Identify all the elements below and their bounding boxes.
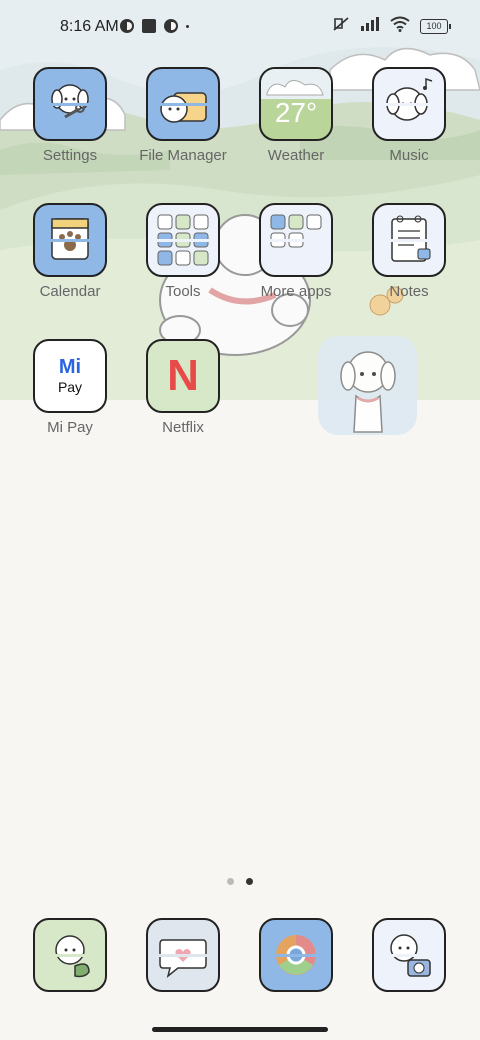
app-label: More apps [260,283,332,300]
battery-icon: 100 [420,19,451,34]
tools-folder-icon [146,203,220,277]
app-netflix[interactable]: N Netflix [128,339,238,436]
chrome-icon [259,918,333,992]
app-settings[interactable]: Settings [15,67,125,164]
status-bar: 8:16 AM 100 [0,0,480,56]
dock-phone[interactable] [15,918,125,992]
app-label: Netflix [162,419,204,436]
page-dot-1[interactable] [227,878,234,885]
notes-icon [372,203,446,277]
weather-temp: 27° [274,97,318,128]
app-label: Weather [267,147,325,164]
messages-heart-icon [146,918,220,992]
status-left-icons [120,19,189,33]
more-dot-icon [186,24,189,28]
app-weather[interactable]: 27° Weather [241,67,351,164]
dock-camera[interactable] [354,918,464,992]
app-label: Notes [389,283,429,300]
mi-pay-logo-top: Mi [58,356,82,378]
app-label: Tools [165,283,201,300]
app-notes[interactable]: Notes [354,203,464,300]
mi-pay-icon: Mi Pay [33,339,107,413]
phone-dog-icon [33,918,107,992]
wifi-icon [390,16,410,37]
app-calendar[interactable]: Calendar [15,203,125,300]
app-label: Mi Pay [47,419,93,436]
dog-widget[interactable] [318,336,417,435]
home-gesture-bar[interactable] [152,1027,328,1032]
app-label: File Manager [139,147,227,164]
netflix-logo: N [167,351,199,400]
page-indicator[interactable] [0,878,480,885]
dog-widget-image [340,351,396,433]
notification-icon [164,19,178,33]
status-right-icons: 100 [332,16,451,37]
app-file-manager[interactable]: File Manager [128,67,238,164]
app-label: Calendar [39,283,101,300]
netflix-icon: N [146,339,220,413]
app-music[interactable]: Music [354,67,464,164]
app-mi-pay[interactable]: Mi Pay Mi Pay [15,339,125,436]
app-label: Music [389,147,429,164]
signal-icon [360,17,380,36]
mute-icon [332,16,350,37]
music-dog-icon [372,67,446,141]
dock-chrome[interactable] [241,918,351,992]
folder-tools[interactable]: Tools [128,203,238,300]
calendar-icon [33,203,107,277]
more-apps-folder-icon [259,203,333,277]
weather-icon: 27° [259,67,333,141]
app-label: Settings [42,147,98,164]
mi-pay-logo-bottom: Pay [57,379,83,395]
status-time: 8:16 AM [60,18,119,35]
app-square-icon [142,19,156,33]
page-dot-2[interactable] [246,878,253,885]
folder-more-apps[interactable]: More apps [241,203,351,300]
file-manager-dog-icon [146,67,220,141]
dock-messages[interactable] [128,918,238,992]
settings-dog-icon [33,67,107,141]
vpn-icon [120,19,134,33]
camera-dog-icon [372,918,446,992]
